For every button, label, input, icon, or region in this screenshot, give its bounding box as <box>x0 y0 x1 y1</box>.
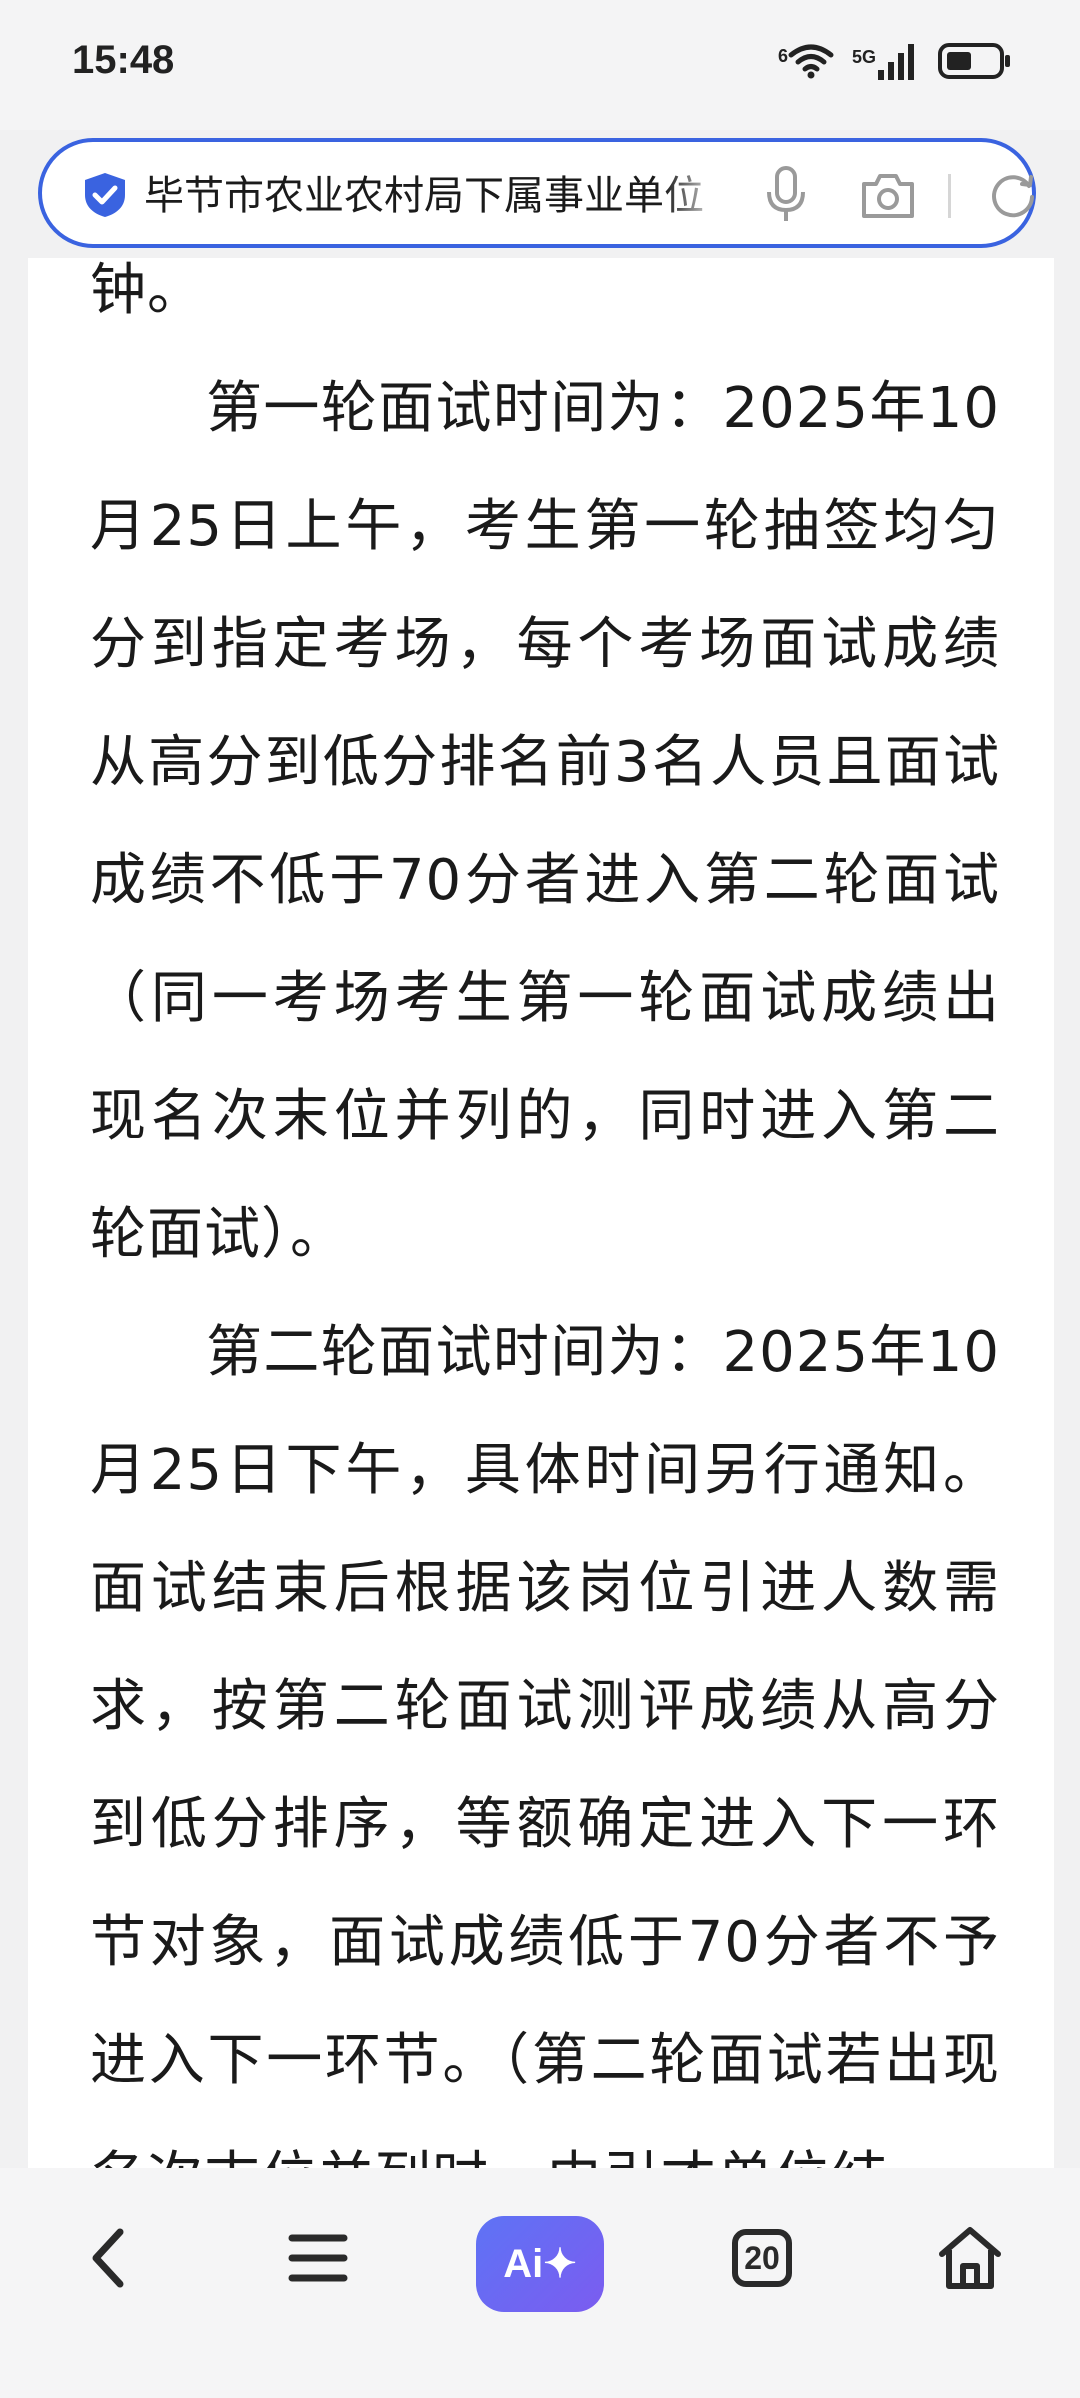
tabs-button[interactable]: 20 <box>730 2218 794 2298</box>
ai-assistant-button[interactable]: Ai✦ <box>476 2216 604 2312</box>
article-body: 钟。 第一轮面试时间为：2025年10月25日上午，考生第一轮抽签均匀分到指定考… <box>90 258 1000 2168</box>
wifi-label: 6 <box>777 46 788 66</box>
home-icon[interactable] <box>934 2218 1006 2298</box>
article-paragraph: 第二轮面试时间为：2025年10月25日下午，具体时间另行通知。面试结束后根据该… <box>90 1320 1000 2168</box>
bottom-toolbar: Ai✦ 20 <box>0 2168 1080 2398</box>
address-bar[interactable]: 毕节市农业农村局下属事业单位 <box>38 138 1036 248</box>
article-paragraph: 第一轮面试时间为：2025年10月25日上午，考生第一轮抽签均匀分到指定考场，每… <box>90 376 1000 1267</box>
wifi-icon: 6 <box>778 43 834 79</box>
back-icon[interactable] <box>78 2218 138 2298</box>
menu-icon[interactable] <box>282 2218 354 2298</box>
status-time: 15:48 <box>72 38 175 82</box>
tab-count: 20 <box>744 2240 780 2276</box>
camera-icon[interactable] <box>860 170 916 220</box>
article-paragraph: 钟。 <box>90 258 204 323</box>
search-divider <box>948 174 951 218</box>
address-text[interactable]: 毕节市农业农村局下属事业单位 <box>144 166 724 226</box>
article-card: 钟。 第一轮面试时间为：2025年10月25日上午，考生第一轮抽签均匀分到指定考… <box>28 258 1054 2168</box>
status-bar: 15:48 6 5G <box>0 0 1080 130</box>
signal-icon: 5G <box>852 42 920 80</box>
battery-icon <box>938 43 1010 79</box>
network-label: 5G <box>851 47 876 67</box>
mic-icon[interactable] <box>764 166 808 224</box>
status-icons: 6 5G <box>778 42 1012 80</box>
shield-icon <box>85 173 125 217</box>
refresh-icon[interactable] <box>988 170 1038 220</box>
